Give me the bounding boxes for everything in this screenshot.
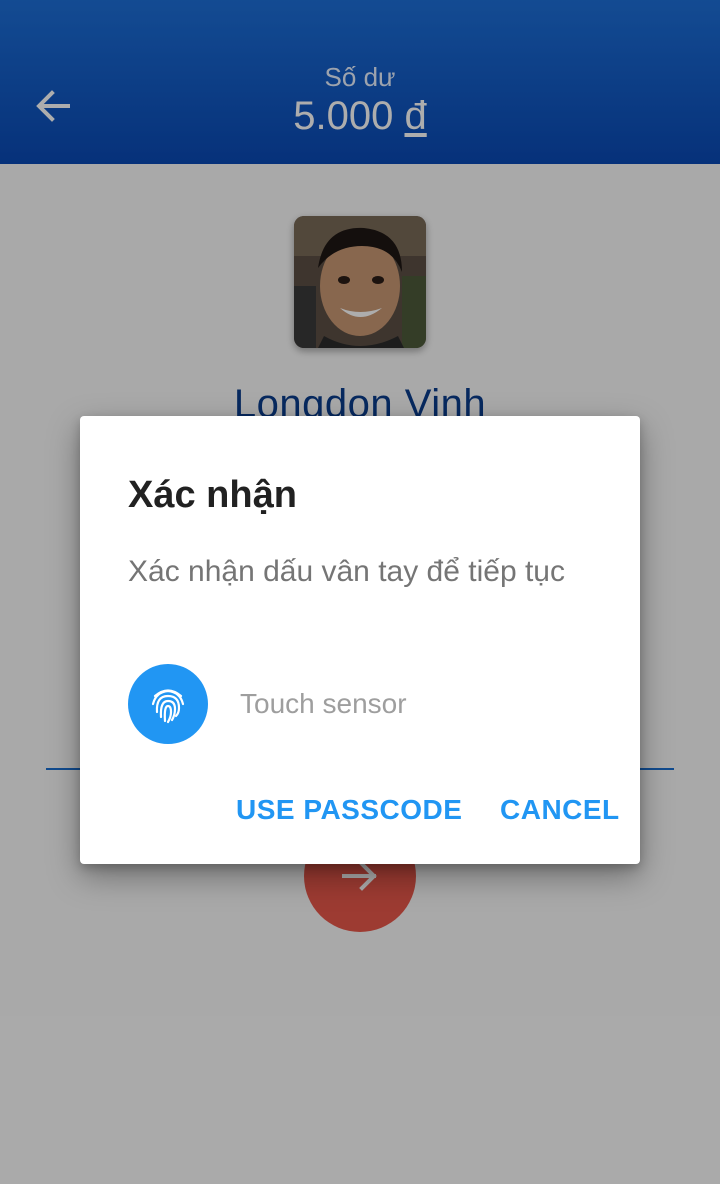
dialog-message: Xác nhận dấu vân tay để tiếp tục <box>128 555 565 588</box>
cancel-button[interactable]: CANCEL <box>500 794 620 826</box>
fingerprint-icon <box>151 689 185 724</box>
use-passcode-button[interactable]: USE PASSCODE <box>236 794 462 826</box>
dialog-title: Xác nhận <box>128 474 297 516</box>
fingerprint-dialog: Xác nhận Xác nhận dấu vân tay để tiếp tụ… <box>80 416 640 864</box>
sensor-status: Touch sensor <box>240 688 407 719</box>
fingerprint-badge <box>128 664 208 744</box>
